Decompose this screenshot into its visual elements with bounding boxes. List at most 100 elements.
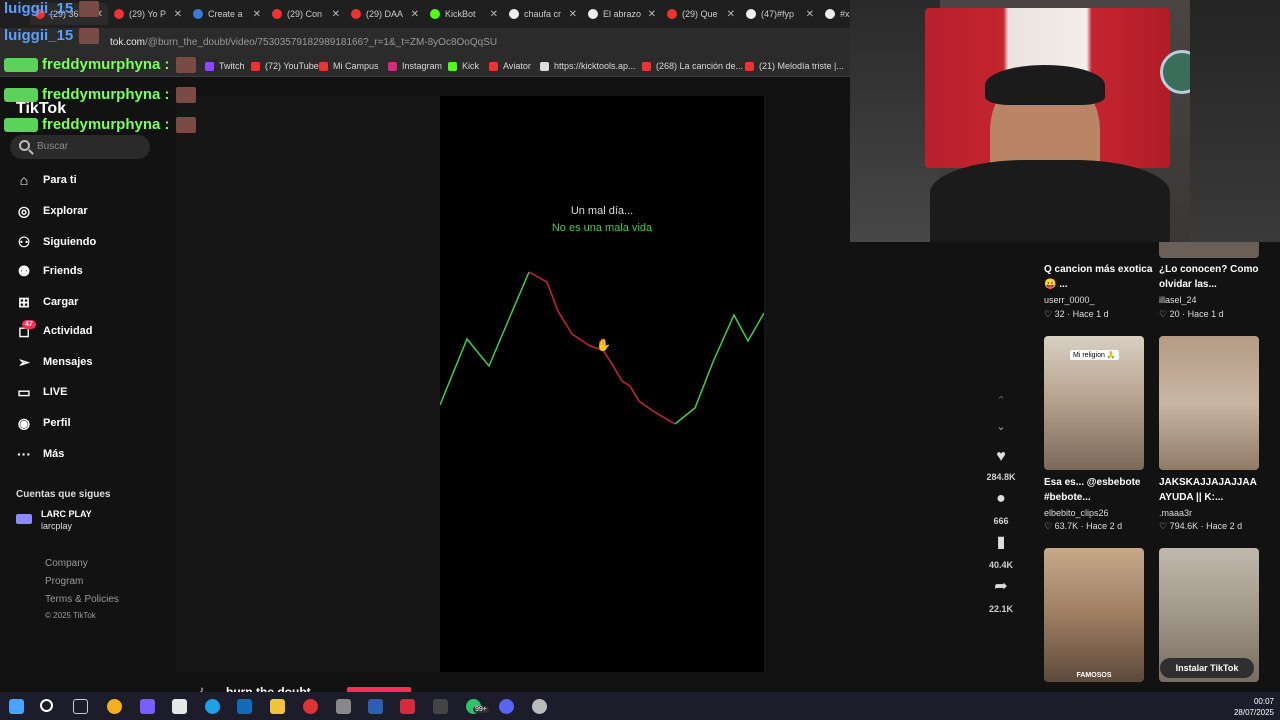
footer-program[interactable]: Program — [45, 576, 83, 587]
sidebar-item[interactable]: ◉ Perfil — [16, 415, 71, 431]
grid-meta: ♡ 32 · Hace 1 d — [1044, 309, 1109, 319]
browser-tab[interactable]: chaufa cr ✕ — [504, 3, 582, 25]
clock[interactable]: 00:07 28/07/2025 — [1222, 696, 1274, 718]
grid-title[interactable]: Q cancion más exotica😛 ... — [1044, 262, 1154, 292]
video-thumbnail[interactable]: FAMOSOS — [1044, 548, 1144, 682]
chat-username: luiggii_15 — [4, 0, 74, 17]
sidebar-item[interactable]: ◎ Explorar — [16, 203, 88, 219]
grid-title[interactable]: JAKSKAJJAJAJJAA AYUDA || K:... — [1159, 475, 1269, 505]
grid-user[interactable]: elbebito_clips26 — [1044, 508, 1109, 518]
grid-meta: ♡ 63.7K · Hace 2 d — [1044, 521, 1123, 531]
browser-tab[interactable]: El abrazo ✕ — [583, 3, 661, 25]
browser-tab[interactable]: (29) Que ✕ — [662, 3, 740, 25]
tab-favicon-icon — [114, 9, 124, 19]
following-title: Cuentas que sigues — [16, 489, 111, 500]
bookmark-item[interactable]: Aviator — [489, 61, 531, 71]
tab-title: KickBot — [445, 9, 476, 19]
folder-icon[interactable] — [270, 699, 285, 714]
avatar[interactable] — [16, 514, 32, 524]
chat-message: freddymurphyna : — [4, 56, 196, 73]
app-dark-icon[interactable] — [433, 699, 448, 714]
comment-icon[interactable]: ● — [991, 490, 1011, 508]
grid-user[interactable]: illasel_24 — [1159, 295, 1197, 305]
bookmark-item[interactable]: (21) Melodía triste |... — [745, 61, 844, 71]
close-icon[interactable]: ✕ — [727, 9, 735, 20]
install-tiktok-button[interactable]: Instalar TikTok — [1160, 658, 1254, 678]
bookmark-item[interactable]: Instagram — [388, 61, 442, 71]
bookmark-favicon-icon — [448, 61, 457, 71]
sidebar-item[interactable]: ➢ Mensajes — [16, 354, 92, 370]
bookmark-label: (72) YouTube — [265, 61, 319, 71]
share-count: 22.1K — [988, 604, 1014, 614]
grid-likes: 32 — [1054, 309, 1065, 319]
video-thumbnail[interactable]: Mi religion 🙏 — [1044, 336, 1144, 470]
sidebar-item[interactable]: ··· Más — [16, 446, 64, 462]
bookmark-item[interactable]: (72) YouTube — [251, 61, 319, 71]
close-icon[interactable]: ✕ — [411, 9, 419, 20]
bookmark-item[interactable]: https://kicktools.ap... — [540, 61, 636, 71]
search-icon[interactable] — [40, 699, 53, 712]
bookmark-favicon-icon — [319, 61, 328, 71]
game-icon[interactable] — [336, 699, 351, 714]
start-icon[interactable] — [9, 699, 24, 714]
close-icon[interactable]: ✕ — [253, 9, 261, 20]
browser-tab[interactable]: (29) DAA ✕ — [346, 3, 424, 25]
browser-tab[interactable]: KickBot ✕ — [425, 3, 503, 25]
grid-title[interactable]: Esa es... @esbebote #bebote... — [1044, 475, 1154, 505]
footer-terms[interactable]: Terms & Policies — [45, 594, 119, 605]
chat-emote-icon — [79, 27, 100, 44]
sidebar-item[interactable]: ⚉ Friends — [16, 263, 83, 279]
grid-title[interactable]: ¿Lo conocen? Como olvidar las... — [1159, 262, 1269, 292]
browser-tab[interactable]: (47)#fyp ✕ — [741, 3, 819, 25]
search-input[interactable] — [10, 135, 150, 159]
bookmark-item[interactable]: Kick — [448, 61, 479, 71]
share-icon[interactable]: ➦ — [991, 578, 1011, 596]
url-text[interactable]: tok.com/@burn_the_doubt/video/7530357918… — [110, 37, 497, 48]
browser-tab[interactable]: (29) Yo P ✕ — [109, 3, 187, 25]
sidebar-item[interactable]: ▭ LIVE — [16, 384, 67, 400]
sidebar-item[interactable]: ⊞ Cargar — [16, 294, 78, 310]
heart-icon[interactable]: ♥ — [991, 448, 1011, 466]
edge-icon[interactable] — [205, 699, 220, 714]
chrome-icon[interactable] — [107, 699, 122, 714]
bookmark-icon[interactable]: ▮ — [991, 534, 1011, 552]
grid-user[interactable]: .maaa3r — [1159, 508, 1192, 518]
browser-tab[interactable]: (29) Con ✕ — [267, 3, 345, 25]
app-red-icon[interactable] — [400, 699, 415, 714]
grid-likes: 20 — [1169, 309, 1180, 319]
tab-favicon-icon — [588, 9, 598, 19]
store-icon[interactable] — [172, 699, 187, 714]
close-icon[interactable]: ✕ — [569, 9, 577, 20]
close-icon[interactable]: ✕ — [490, 9, 498, 20]
streamer-shirt — [930, 160, 1170, 242]
sidebar-item[interactable]: ⌂ Para ti — [16, 172, 77, 188]
chat-message: luiggii_15 — [4, 0, 100, 17]
copilot-icon[interactable] — [140, 699, 155, 714]
browser-tab[interactable]: Create a ✕ — [188, 3, 266, 25]
sidebar-item[interactable]: ⚇ Siguiendo — [16, 234, 96, 250]
outlook-icon[interactable] — [237, 699, 252, 714]
bookmark-label: Mi Campus — [333, 61, 379, 71]
following-account-name[interactable]: LARC PLAY — [41, 509, 92, 519]
chevron-up-icon[interactable]: ⌃ — [991, 392, 1011, 410]
app-icon[interactable] — [532, 699, 547, 714]
obs-icon[interactable] — [303, 699, 318, 714]
close-icon[interactable]: ✕ — [806, 9, 814, 20]
grid-user[interactable]: userr_0000_ — [1044, 295, 1095, 305]
bookmark-item[interactable]: Twitch — [205, 61, 245, 71]
word-icon[interactable] — [368, 699, 383, 714]
close-icon[interactable]: ✕ — [332, 9, 340, 20]
tab-favicon-icon — [193, 9, 203, 19]
discord-icon[interactable] — [499, 699, 514, 714]
close-icon[interactable]: ✕ — [648, 9, 656, 20]
video-thumbnail[interactable] — [1159, 336, 1259, 470]
close-icon[interactable]: ✕ — [174, 9, 182, 20]
sidebar-item-label: Siguiendo — [43, 236, 97, 248]
following-account-handle[interactable]: larcplay — [41, 521, 72, 531]
footer-company[interactable]: Company — [45, 558, 88, 569]
bookmark-item[interactable]: (268) La canción de... — [642, 61, 743, 71]
task-view-icon[interactable] — [73, 699, 88, 714]
bookmark-item[interactable]: Mi Campus — [319, 61, 379, 71]
bookmark-label: (268) La canción de... — [656, 61, 744, 71]
chevron-down-icon[interactable]: ⌄ — [991, 418, 1011, 436]
